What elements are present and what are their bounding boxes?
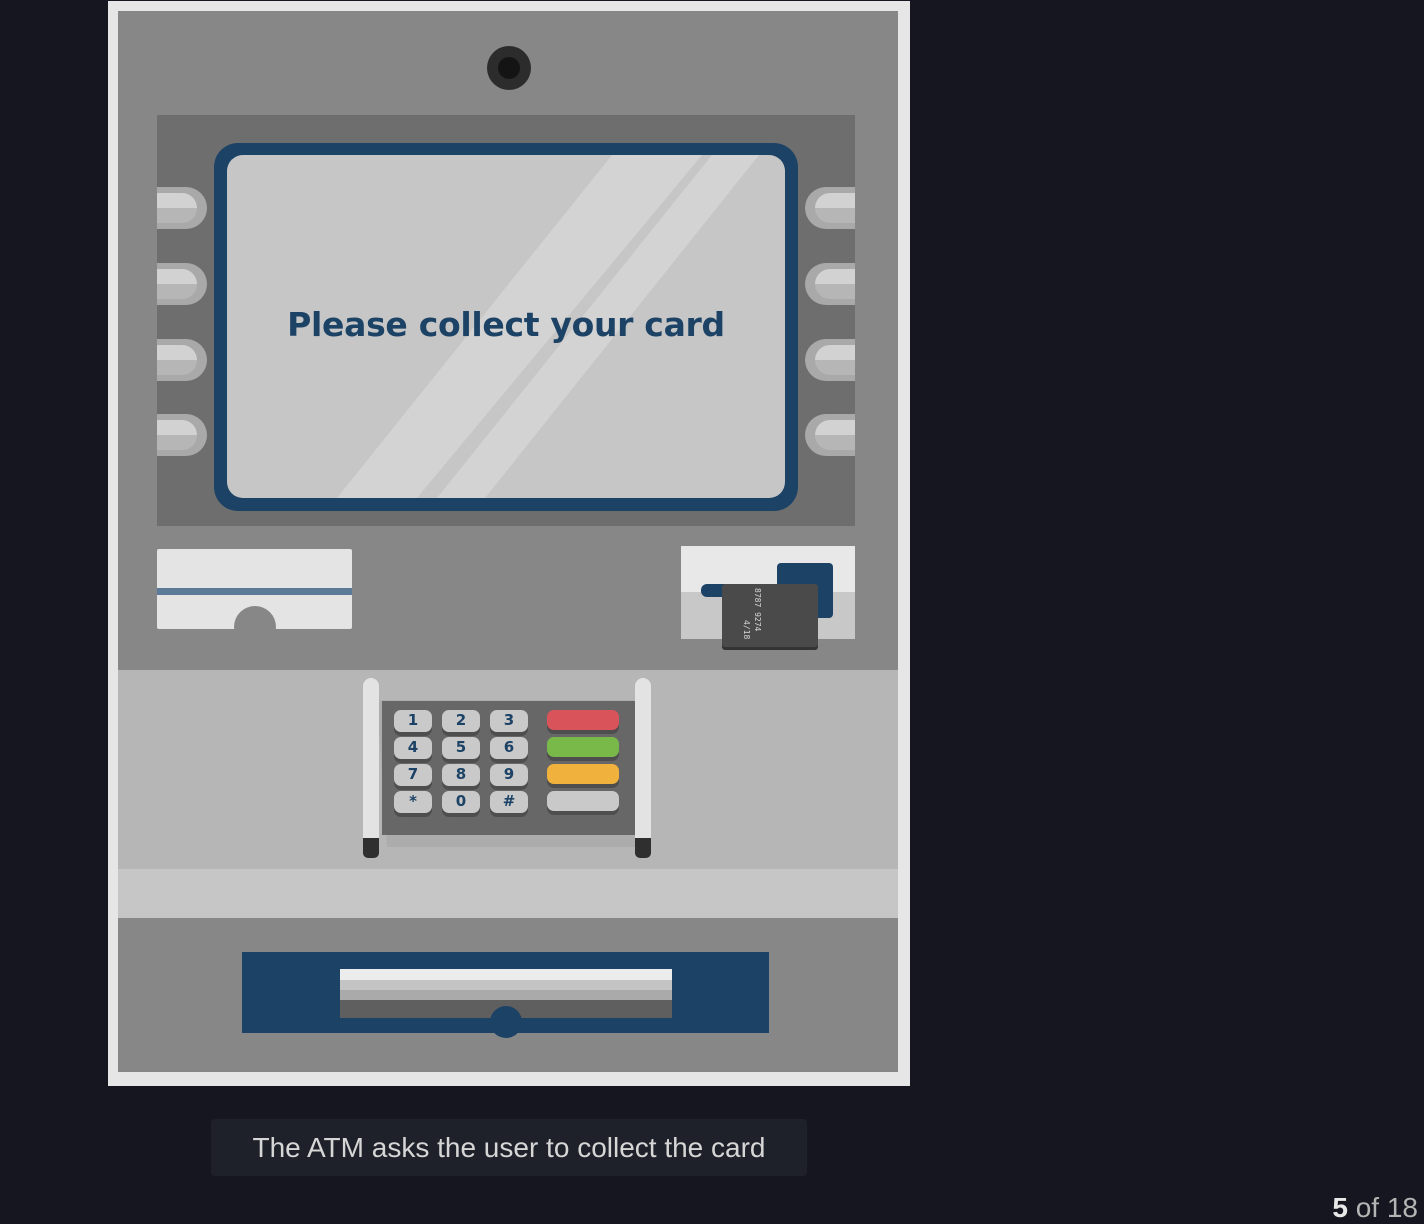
screen-side-button-right-3[interactable]: [805, 339, 855, 381]
keypad-privacy-post-left: [363, 678, 379, 858]
atm-shelf: [118, 869, 898, 918]
key-star[interactable]: *: [394, 791, 432, 813]
clear-key[interactable]: [547, 737, 619, 757]
card-expiry: 4/18: [742, 620, 751, 640]
key-2[interactable]: 2: [442, 710, 480, 732]
screen-side-button-left-1[interactable]: [157, 187, 207, 229]
atm-screen: Please collect your card: [227, 155, 785, 498]
step-pager: 5 of 18: [1332, 1192, 1418, 1224]
pager-total: 18: [1386, 1192, 1418, 1223]
cash-slot-shutter: [340, 969, 672, 1000]
ejected-card[interactable]: 8787 9274 4/18: [722, 584, 818, 647]
key-1[interactable]: 1: [394, 710, 432, 732]
receipt-slot-line: [157, 588, 352, 595]
key-8[interactable]: 8: [442, 764, 480, 786]
enter-key[interactable]: [547, 764, 619, 784]
cash-slot-notch: [490, 1006, 522, 1038]
key-hash[interactable]: #: [490, 791, 528, 813]
key-0[interactable]: 0: [442, 791, 480, 813]
key-4[interactable]: 4: [394, 737, 432, 759]
key-9[interactable]: 9: [490, 764, 528, 786]
blank-key[interactable]: [547, 791, 619, 811]
key-3[interactable]: 3: [490, 710, 528, 732]
screen-message: Please collect your card: [287, 305, 725, 344]
screen-side-button-right-2[interactable]: [805, 263, 855, 305]
card-number: 8787 9274: [753, 588, 762, 632]
screen-side-button-right-1[interactable]: [805, 187, 855, 229]
screen-side-button-right-4[interactable]: [805, 414, 855, 456]
camera-lens: [498, 57, 520, 79]
receipt-slot-notch: [234, 606, 276, 648]
screen-side-button-left-3[interactable]: [157, 339, 207, 381]
cancel-key[interactable]: [547, 710, 619, 730]
screen-side-button-left-4[interactable]: [157, 414, 207, 456]
key-6[interactable]: 6: [490, 737, 528, 759]
screen-side-button-left-2[interactable]: [157, 263, 207, 305]
pager-separator: of: [1355, 1192, 1380, 1223]
step-caption: The ATM asks the user to collect the car…: [211, 1119, 807, 1176]
keypad-privacy-post-right: [635, 678, 651, 858]
key-7[interactable]: 7: [394, 764, 432, 786]
pager-current: 5: [1332, 1192, 1348, 1223]
key-5[interactable]: 5: [442, 737, 480, 759]
